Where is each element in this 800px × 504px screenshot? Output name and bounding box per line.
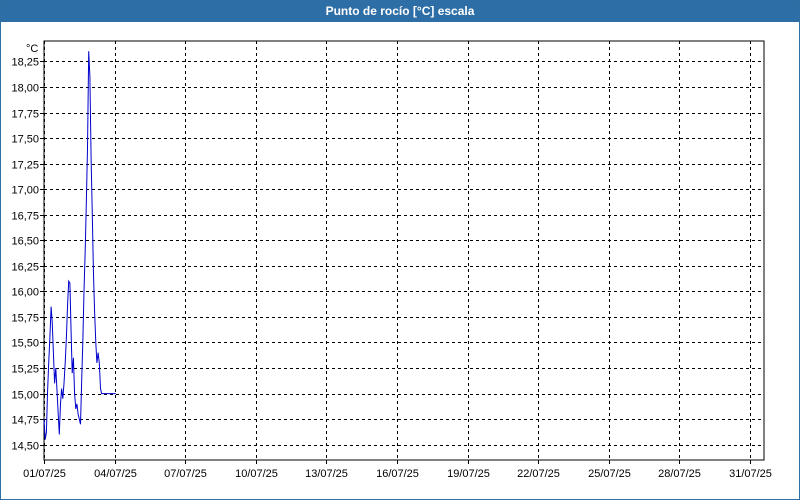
plot-area [43,40,765,461]
y-tick-label: 18,00 [11,83,39,95]
y-tick-label: 15,00 [11,390,39,402]
chart-area: 14,50 14,75 15,00 15,25 15,50 15,75 16,00 16,25… [1,22,799,499]
y-axis-label: °C [26,43,38,55]
x-tick-label: 25/07/25 [588,468,631,480]
y-tick-label: 16,00 [11,287,39,299]
y-tick-label: 15,25 [11,364,39,376]
y-tick-label: 17,75 [11,109,39,121]
x-tick-label: 01/07/25 [23,468,66,480]
chart-window: Punto de rocío [°C] escala 14,50 14,75 15,… [0,0,800,500]
y-tick-label: 17,00 [11,185,39,197]
y-tick-label: 16,50 [11,236,39,248]
x-tick-label: 13/07/25 [305,468,348,480]
y-tick-label: 17,25 [11,160,39,172]
y-tick-label: 17,50 [11,134,39,146]
y-tick-label: 15,50 [11,338,39,350]
x-tick-label: 04/07/25 [94,468,137,480]
chart-title: Punto de rocío [°C] escala [1,1,799,22]
x-tick-label: 07/07/25 [164,468,207,480]
y-tick-label: 14,75 [11,415,39,427]
x-tick-label: 22/07/25 [517,468,560,480]
y-tick-label: 16,25 [11,262,39,274]
y-tick-label: 16,75 [11,211,39,223]
x-tick-label: 16/07/25 [376,468,419,480]
y-tick-label: 18,25 [11,57,39,69]
x-tick-label: 28/07/25 [658,468,701,480]
x-tick-label: 10/07/25 [235,468,278,480]
y-tick-label: 14,50 [11,441,39,453]
x-tick-label: 31/07/25 [729,468,772,480]
x-tick-label: 19/07/25 [447,468,490,480]
chart-svg: 14,50 14,75 15,00 15,25 15,50 15,75 16,00 16,25… [11,40,772,480]
y-tick-label: 15,75 [11,313,39,325]
